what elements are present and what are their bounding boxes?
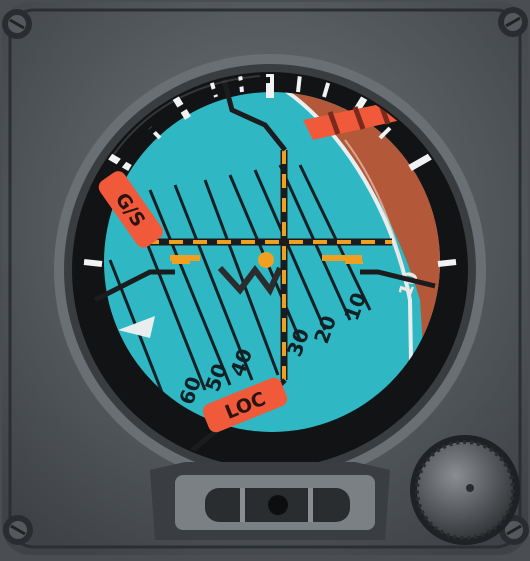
screw-icon xyxy=(3,515,33,545)
dimming-knob-icon[interactable] xyxy=(410,435,520,545)
center-dot xyxy=(258,252,274,268)
screw-icon xyxy=(498,7,528,37)
adi-face: 60 50 40 30 20 10 10 G/S LOC xyxy=(2,2,529,555)
slip-ball-icon xyxy=(268,495,288,515)
screw-icon xyxy=(2,9,32,39)
slip-indicator xyxy=(150,462,390,540)
adi-instrument-panel: 60 50 40 30 20 10 10 G/S LOC xyxy=(0,0,530,557)
